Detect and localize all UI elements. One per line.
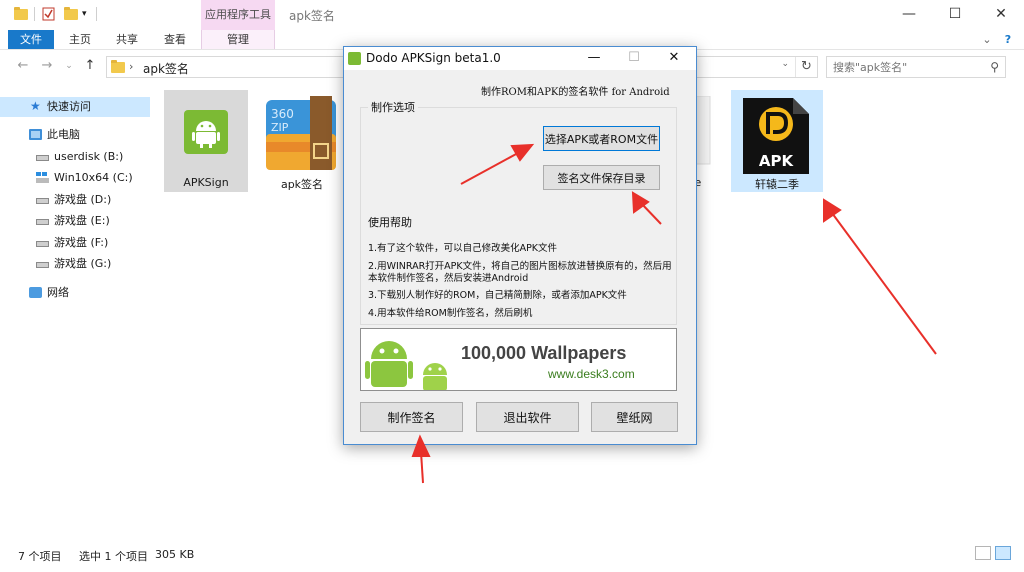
search-input[interactable] [833,57,983,77]
breadcrumb-chevron-icon: › [129,60,134,73]
context-tab-app-tools: 应用程序工具 [201,0,275,30]
search-icon: ⚲ [990,60,999,74]
details-view-icon[interactable] [975,546,991,560]
sidebar-item-drive-e[interactable]: 游戏盘 (E:) [0,211,150,231]
computer-icon [29,129,42,140]
file-name: 轩辕二季 [755,178,799,191]
dialog-title: Dodo APKSign beta1.0 [366,51,501,65]
network-icon [29,287,42,298]
windows-drive-icon [36,172,49,183]
navigation-pane: ★ 快速访问 此电脑 userdisk (B:) Win10x64 (C:) 游… [0,90,160,530]
help-line: 4.用本软件给ROM制作签名，然后刷机 [368,308,533,319]
sidebar-item-drive-b[interactable]: userdisk (B:) [0,147,150,167]
folder-icon[interactable] [14,5,28,23]
selection-size: 305 KB [155,548,195,561]
status-bar: 7 个项目 选中 1 个项目 305 KB [0,546,1024,564]
tab-file[interactable]: 文件 [8,30,54,49]
tab-view[interactable]: 查看 [155,30,195,49]
star-icon: ★ [30,99,41,113]
breadcrumb[interactable]: apk签名 [143,60,189,77]
customize-toolbar-icon[interactable]: ▾ [82,5,87,23]
options-group-label: 制作选项 [368,99,418,115]
file-apk-archive[interactable]: 360 ZIP apk签名 [260,90,344,192]
item-count: 7 个项目 [18,550,62,563]
svg-text:ZIP: ZIP [271,121,289,134]
expand-ribbon-icon[interactable]: ⌄ [980,30,994,49]
properties-icon[interactable] [42,5,55,23]
close-button[interactable]: ✕ [978,0,1024,30]
svg-text:360: 360 [271,107,294,121]
search-box[interactable]: ⚲ [826,56,1006,78]
banner-url[interactable]: www.desk3.com [548,367,635,381]
dialog-maximize-button: ☐ [628,50,640,65]
archive-icon: 360 ZIP [266,96,336,170]
help-title: 使用帮助 [368,216,412,229]
android-mascot-icon [365,341,447,390]
sidebar-item-quick-access[interactable]: ★ 快速访问 [0,97,150,117]
make-signature-button[interactable]: 制作签名 [360,402,463,432]
file-apksign[interactable]: APKSign [164,90,248,192]
select-file-button[interactable]: 选择APK或者ROM文件 [543,126,660,151]
drive-icon [36,198,49,204]
arrowhead [823,198,842,223]
file-xuanyuan[interactable]: APK 轩辕二季 [731,90,823,192]
sidebar-item-drive-d[interactable]: 游戏盘 (D:) [0,190,150,210]
folder-icon [111,60,125,73]
title-bar: ▾ 应用程序工具 apk签名 — ☐ ✕ [0,0,1024,30]
banner-title: 100,000 Wallpapers [461,343,627,363]
android-icon [348,52,361,65]
arrow-to-apk-file [831,212,937,355]
maximize-button[interactable]: ☐ [932,0,978,30]
help-line: 2.用WINRAR打开APK文件，将自己的图片图标放进替换原有的，然后用本软件制… [368,261,672,284]
apksign-dialog: Dodo APKSign beta1.0 — ☐ ✕ 制作ROM和APK的签名软… [343,46,697,445]
new-folder-icon[interactable] [64,5,78,23]
tab-share[interactable]: 共享 [107,30,147,49]
wallpaper-banner[interactable]: 100,000 Wallpapers www.desk3.com [360,328,677,391]
exit-button[interactable]: 退出软件 [476,402,579,432]
help-line: 3.下载别人制作好的ROM，自己精简删除，或者添加APK文件 [368,290,627,301]
refresh-icon[interactable]: ↻ [795,57,817,77]
recent-locations-icon[interactable]: ⌄ [60,57,78,75]
sidebar-item-drive-f[interactable]: 游戏盘 (F:) [0,233,150,253]
tab-home[interactable]: 主页 [60,30,100,49]
apk-badge: APK [759,152,795,170]
dialog-minimize-button[interactable]: — [574,47,614,70]
apk-file-icon: APK [743,98,809,174]
window-title: apk签名 [289,9,335,23]
minimize-button[interactable]: — [886,0,932,30]
sidebar-item-drive-c[interactable]: Win10x64 (C:) [0,168,150,188]
drive-icon [36,155,49,161]
drive-icon [36,219,49,225]
dialog-subtitle: 制作ROM和APK的签名软件 for Android [481,87,670,98]
tab-manage[interactable]: 管理 [201,30,275,49]
wallpaper-site-button[interactable]: 壁纸网 [591,402,678,432]
drive-icon [36,241,49,247]
large-icons-view-icon[interactable] [995,546,1011,560]
address-dropdown-icon[interactable]: ⌄ [781,59,789,69]
file-name: apk签名 [280,178,324,191]
forward-icon[interactable]: → [38,57,56,75]
dialog-title-bar: Dodo APKSign beta1.0 — ☐ ✕ [344,47,696,70]
up-icon[interactable]: ↑ [81,57,99,75]
help-line: 1.有了这个软件，可以自己修改美化APK文件 [368,243,558,254]
save-directory-button[interactable]: 签名文件保存目录 [543,165,660,190]
help-icon[interactable]: ? [1000,30,1016,49]
selection-count: 选中 1 个项目 [79,550,148,563]
sidebar-item-network[interactable]: 网络 [0,283,150,303]
arrow-to-sign-button [420,451,424,484]
drive-icon [36,262,49,268]
file-name: APKSign [183,176,229,189]
android-app-icon [184,110,228,154]
dialog-close-button[interactable]: ✕ [654,47,694,70]
sidebar-item-drive-g[interactable]: 游戏盘 (G:) [0,254,150,274]
sidebar-item-this-pc[interactable]: 此电脑 [0,125,150,145]
back-icon[interactable]: ← [14,57,32,75]
